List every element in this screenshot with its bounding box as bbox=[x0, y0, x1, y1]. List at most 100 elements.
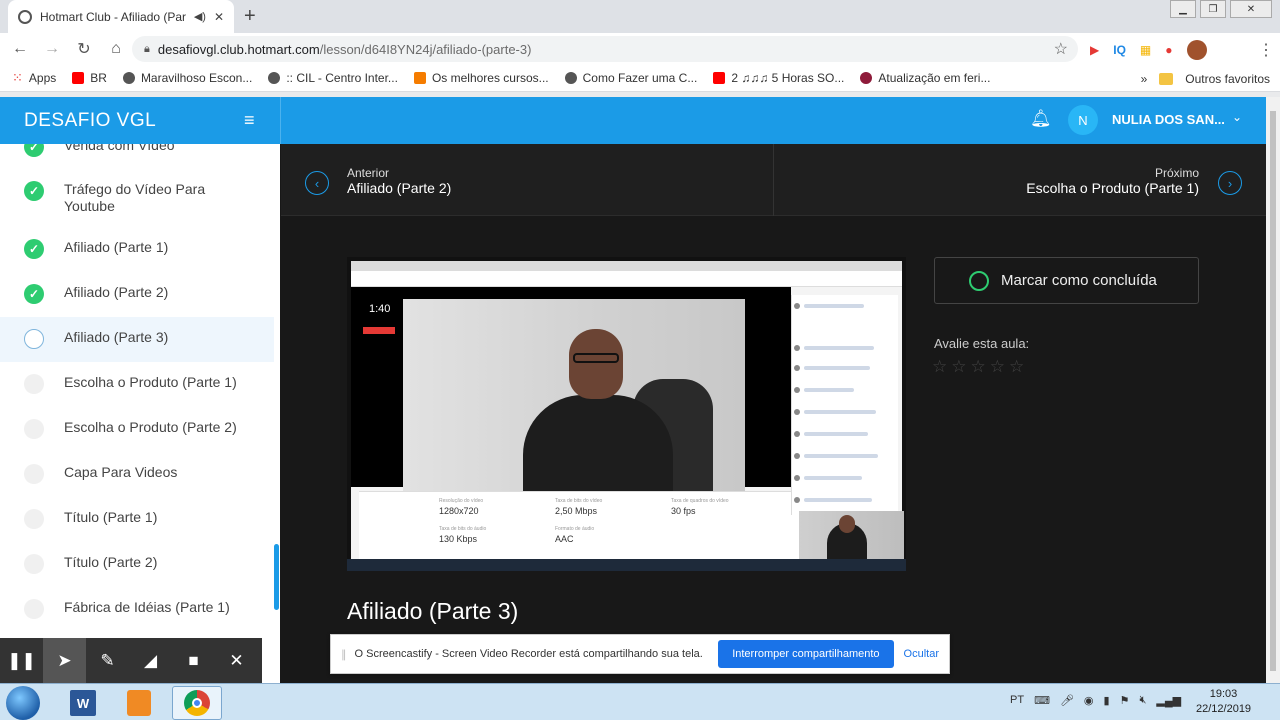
check-icon: ✓ bbox=[24, 239, 44, 259]
lesson-item[interactable]: Escolha o Produto (Parte 2) bbox=[0, 419, 274, 439]
lesson-item[interactable]: ✓ Venda com Vídeo bbox=[0, 144, 274, 157]
chevron-left-icon[interactable]: ‹ bbox=[305, 171, 329, 195]
star-icon[interactable]: ☆ bbox=[932, 357, 947, 377]
pause-icon[interactable]: ❚❚ bbox=[0, 638, 43, 683]
lesson-title: Afiliado (Parte 3) bbox=[347, 598, 519, 624]
stat-value: 1280x720 bbox=[439, 506, 479, 516]
star-icon[interactable]: ☆ bbox=[971, 357, 986, 377]
system-clock[interactable]: 19:03 22/12/2019 bbox=[1196, 687, 1251, 717]
chrome-taskbar-button[interactable] bbox=[172, 686, 222, 720]
window-close-button[interactable]: ✕ bbox=[1230, 0, 1272, 18]
hamburger-menu-icon[interactable]: ≡ bbox=[244, 110, 255, 131]
stat-value: AAC bbox=[555, 534, 574, 544]
stop-sharing-button[interactable]: Interromper compartilhamento bbox=[718, 640, 894, 668]
user-avatar[interactable]: N bbox=[1068, 105, 1098, 135]
windows-taskbar: W PT ⌨ 🎤︎ ◉ ▮ ⚑ 🔇︎ ▂▄▆ 19:03 22/12/2019 bbox=[0, 683, 1280, 720]
network-icon[interactable]: ▂▄▆ bbox=[1156, 694, 1181, 707]
bookmark-maravilhoso[interactable]: Maravilhoso Escon... bbox=[122, 71, 253, 85]
forward-arrow-icon[interactable]: → bbox=[40, 40, 64, 58]
lesson-item[interactable]: Título (Parte 1) bbox=[0, 509, 274, 529]
sidebar-scrollbar[interactable] bbox=[274, 544, 279, 610]
lock-icon[interactable]: 🔒︎ bbox=[144, 43, 150, 56]
video-glasses bbox=[573, 353, 619, 363]
iq-extension-icon[interactable]: IQ bbox=[1113, 43, 1126, 57]
other-bookmarks-button[interactable]: Outros favoritos bbox=[1185, 72, 1270, 86]
chevron-right-icon[interactable]: › bbox=[1218, 171, 1242, 195]
bookmark-star-icon[interactable]: ☆ bbox=[1054, 39, 1068, 59]
chat-line bbox=[804, 346, 874, 350]
language-indicator[interactable]: PT bbox=[1010, 694, 1024, 707]
bookmark-br[interactable]: BR bbox=[72, 71, 107, 85]
scrollbar-thumb[interactable] bbox=[1270, 111, 1276, 671]
chrome-tray-icon[interactable]: ◉ bbox=[1084, 694, 1094, 707]
tab-close-icon[interactable]: ✕ bbox=[214, 10, 224, 24]
new-tab-button[interactable]: + bbox=[244, 5, 256, 28]
youtube-extension-icon[interactable]: ▶ bbox=[1090, 43, 1099, 57]
pen-icon[interactable]: ✎ bbox=[86, 638, 129, 683]
lesson-item-current[interactable]: Afiliado (Parte 3) bbox=[0, 317, 274, 362]
bookmark-label: Maravilhoso Escon... bbox=[140, 71, 253, 85]
address-bar[interactable]: 🔒︎ desafiovgl.club.hotmart.com/lesson/d6… bbox=[132, 36, 1078, 62]
prev-lesson-link[interactable]: Afiliado (Parte 2) bbox=[347, 180, 451, 196]
reload-icon[interactable]: ↻ bbox=[72, 39, 96, 59]
flag-icon[interactable]: ⚑ bbox=[1120, 694, 1130, 707]
bookmark-atualizacao[interactable]: Atualização em feri... bbox=[860, 71, 990, 85]
battery-icon[interactable]: ▮ bbox=[1104, 694, 1110, 707]
volume-muted-icon[interactable]: 🔇︎ bbox=[1139, 694, 1146, 707]
keyboard-icon[interactable]: ⌨ bbox=[1034, 694, 1050, 707]
word-taskbar-button[interactable]: W bbox=[58, 686, 108, 720]
lesson-item[interactable]: Fábrica de Idéias (Parte 1) bbox=[0, 599, 274, 619]
windows-start-icon[interactable] bbox=[6, 686, 40, 720]
star-icon[interactable]: ☆ bbox=[990, 357, 1005, 377]
brand-logo[interactable]: DESAFIO VGL bbox=[24, 110, 156, 132]
chat-line bbox=[804, 388, 854, 392]
video-player[interactable]: 1:40 Resolução do vídeo 1280x720 Taxa de… bbox=[347, 257, 906, 571]
lesson-item[interactable]: Capa Para Videos bbox=[0, 464, 274, 484]
bookmark-como-fazer[interactable]: Como Fazer uma C... bbox=[564, 71, 697, 85]
sharing-message: O Screencastify - Screen Video Recorder … bbox=[354, 648, 703, 660]
lesson-item[interactable]: Título (Parte 2) bbox=[0, 554, 274, 574]
minimize-button[interactable]: ▁ bbox=[1170, 0, 1196, 18]
stat-label: Resolução do vídeo bbox=[439, 498, 484, 504]
profile-avatar[interactable] bbox=[1186, 40, 1207, 60]
star-icon[interactable]: ☆ bbox=[1009, 357, 1024, 377]
cursor-icon[interactable]: ➤ bbox=[43, 638, 86, 683]
star-icon[interactable]: ☆ bbox=[951, 357, 966, 377]
home-icon[interactable]: ⌂ bbox=[104, 40, 128, 58]
maximize-button[interactable]: ❐ bbox=[1200, 0, 1226, 18]
more-bookmarks-button[interactable]: » bbox=[1141, 72, 1148, 86]
chat-avatar bbox=[794, 453, 800, 459]
bookmark-cil[interactable]: :: CIL - Centro Inter... bbox=[268, 71, 398, 85]
chat-avatar bbox=[794, 409, 800, 415]
lesson-item[interactable]: ✓ Afiliado (Parte 1) bbox=[0, 239, 274, 259]
bookmark-horas[interactable]: 2 ♫♫♫ 5 Horas SO... bbox=[713, 71, 844, 85]
close-icon[interactable]: ✕ bbox=[215, 638, 258, 683]
video-browser-tabs bbox=[351, 261, 902, 271]
chat-avatar bbox=[794, 303, 800, 309]
back-arrow-icon[interactable]: ← bbox=[8, 40, 32, 58]
video-stream: 1:40 bbox=[351, 287, 791, 491]
drag-handle-icon[interactable]: ∥ bbox=[341, 648, 347, 661]
next-lesson-link[interactable]: Escolha o Produto (Parte 1) bbox=[1026, 180, 1199, 196]
lesson-item[interactable]: Escolha o Produto (Parte 1) bbox=[0, 374, 274, 394]
chrome-menu-icon[interactable]: ⋮ bbox=[1258, 40, 1274, 60]
speaker-icon[interactable]: ◀) bbox=[194, 10, 206, 23]
chevron-down-icon[interactable]: ⌄ bbox=[1232, 110, 1242, 124]
media-taskbar-button[interactable] bbox=[114, 686, 164, 720]
docs-extension-icon[interactable]: ▦ bbox=[1140, 43, 1151, 57]
browser-tab[interactable]: Hotmart Club - Afiliado (Par ◀) ✕ bbox=[8, 0, 234, 33]
user-name[interactable]: NULIA DOS SAN... bbox=[1112, 112, 1225, 127]
screencastify-extension-icon[interactable]: ● bbox=[1165, 43, 1172, 57]
camera-icon[interactable]: ■ bbox=[172, 638, 215, 683]
hide-button[interactable]: Ocultar bbox=[904, 648, 939, 660]
mark-complete-button[interactable]: Marcar como concluída bbox=[934, 257, 1199, 304]
eraser-icon[interactable]: ◢ bbox=[129, 638, 172, 683]
lesson-item[interactable]: ✓ Afiliado (Parte 2) bbox=[0, 284, 274, 304]
browser-tab-title: Hotmart Club - Afiliado (Par bbox=[40, 9, 186, 24]
microphone-icon[interactable]: 🎤︎ bbox=[1060, 694, 1074, 707]
bookmark-apps[interactable]: ⁙ Apps bbox=[12, 70, 56, 86]
lesson-item[interactable]: ✓ Tráfego do Vídeo Para Youtube bbox=[0, 181, 274, 215]
bookmark-cursos[interactable]: Os melhores cursos... bbox=[413, 71, 549, 85]
bell-icon[interactable]: 🔔︎ bbox=[1030, 109, 1052, 129]
page-scrollbar[interactable] bbox=[1266, 97, 1280, 683]
